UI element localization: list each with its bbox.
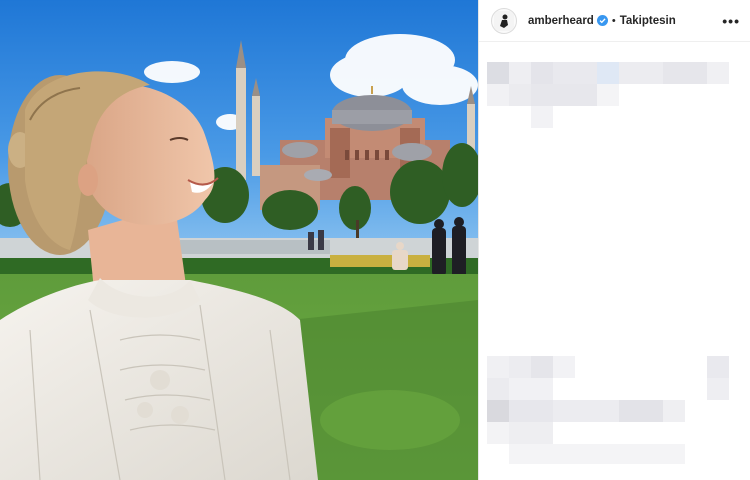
username-link[interactable]: amberheard	[528, 15, 594, 27]
following-status-button[interactable]: Takiptesin	[620, 15, 676, 27]
post-header: amberheard • Takiptesin •••	[479, 0, 750, 42]
post-side-panel: amberheard • Takiptesin •••	[478, 0, 750, 480]
avatar[interactable]	[491, 7, 517, 34]
avatar-image	[494, 10, 514, 31]
caption-pixelated-bottom	[487, 356, 745, 466]
caption-pixelated-top	[487, 62, 743, 134]
separator-dot: •	[611, 14, 616, 27]
more-options-icon[interactable]: •••	[722, 14, 740, 28]
post-photo[interactable]	[0, 0, 478, 480]
verified-badge-icon	[596, 15, 608, 26]
post-photo-illustration	[0, 0, 478, 480]
instagram-post: amberheard • Takiptesin •••	[0, 0, 750, 480]
